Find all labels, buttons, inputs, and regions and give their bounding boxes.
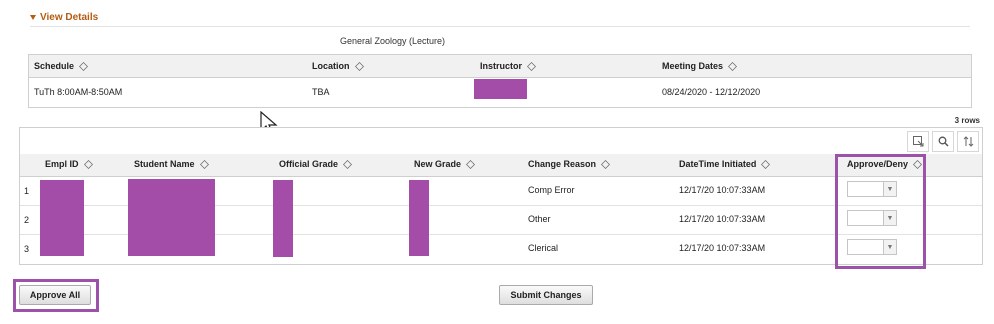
sort-icon (728, 61, 737, 71)
col-header-official-grade[interactable]: Official Grade (279, 159, 352, 169)
caret-down-icon (30, 15, 36, 20)
col-header-location[interactable]: Location (312, 61, 364, 71)
col-header-student-name[interactable]: Student Name (134, 159, 209, 169)
change-reason: Other (528, 214, 551, 224)
course-title: General Zoology (Lecture) (340, 36, 446, 46)
official-grade-redacted (273, 180, 293, 257)
col-label: Instructor (480, 61, 523, 71)
schedule-table: Schedule Location Instructor Meeting Dat… (28, 54, 972, 108)
col-label: Schedule (34, 61, 75, 71)
col-label: DateTime Initiated (679, 159, 757, 169)
datetime-initiated: 12/17/20 10:07:33AM (679, 243, 766, 253)
view-details-toggle[interactable]: View Details (30, 12, 98, 23)
view-details-label: View Details (40, 12, 99, 23)
schedule-value: TuTh 8:00AM-8:50AM (34, 87, 123, 97)
export-icon[interactable] (907, 131, 929, 152)
col-header-new-grade[interactable]: New Grade (414, 159, 475, 169)
col-header-datetime-initiated[interactable]: DateTime Initiated (679, 159, 771, 169)
row-number: 1 (24, 186, 30, 196)
col-label: New Grade (414, 159, 462, 169)
sort-icon (761, 159, 771, 169)
change-reason: Clerical (528, 243, 559, 253)
sort-icon (83, 159, 93, 169)
new-grade-redacted (409, 180, 429, 256)
empl-id-redacted (40, 180, 84, 256)
col-header-meeting-dates[interactable]: Meeting Dates (662, 61, 737, 71)
meeting-dates-value: 08/24/2020 - 12/12/2020 (662, 87, 761, 97)
datetime-initiated: 12/17/20 10:07:33AM (679, 185, 766, 195)
instructor-redacted (474, 79, 527, 99)
change-reason: Comp Error (528, 185, 575, 195)
sort-icon (79, 61, 88, 71)
col-header-empl-id[interactable]: Empl ID (45, 159, 93, 169)
approve-all-button[interactable]: Approve All (19, 285, 91, 305)
submit-changes-button[interactable]: Submit Changes (499, 285, 593, 305)
section-divider (30, 26, 970, 27)
student-name-redacted (128, 179, 215, 256)
schedule-header: Schedule Location Instructor Meeting Dat… (29, 55, 971, 78)
col-header-change-reason[interactable]: Change Reason (528, 159, 610, 169)
row-number: 2 (24, 215, 30, 225)
col-label: Student Name (134, 159, 195, 169)
sort-icon (466, 159, 475, 169)
col-header-schedule[interactable]: Schedule (34, 61, 88, 71)
sort-icon (601, 159, 610, 169)
sort-rows-icon[interactable] (957, 131, 979, 152)
sort-icon (343, 159, 352, 169)
sort-icon (199, 159, 209, 169)
sort-icon (354, 61, 364, 71)
col-header-instructor[interactable]: Instructor (480, 61, 536, 71)
rows-count: 3 rows (954, 116, 980, 125)
col-label: Change Reason (528, 159, 597, 169)
grid-toolbar (20, 128, 982, 155)
approve-deny-highlight (835, 154, 926, 269)
search-icon[interactable] (932, 131, 954, 152)
datetime-initiated: 12/17/20 10:07:33AM (679, 214, 766, 224)
col-label: Official Grade (279, 159, 339, 169)
location-value: TBA (312, 87, 330, 97)
col-label: Meeting Dates (662, 61, 724, 71)
col-label: Empl ID (45, 159, 79, 169)
row-number: 3 (24, 244, 30, 254)
col-label: Location (312, 61, 350, 71)
sort-icon (527, 61, 536, 71)
